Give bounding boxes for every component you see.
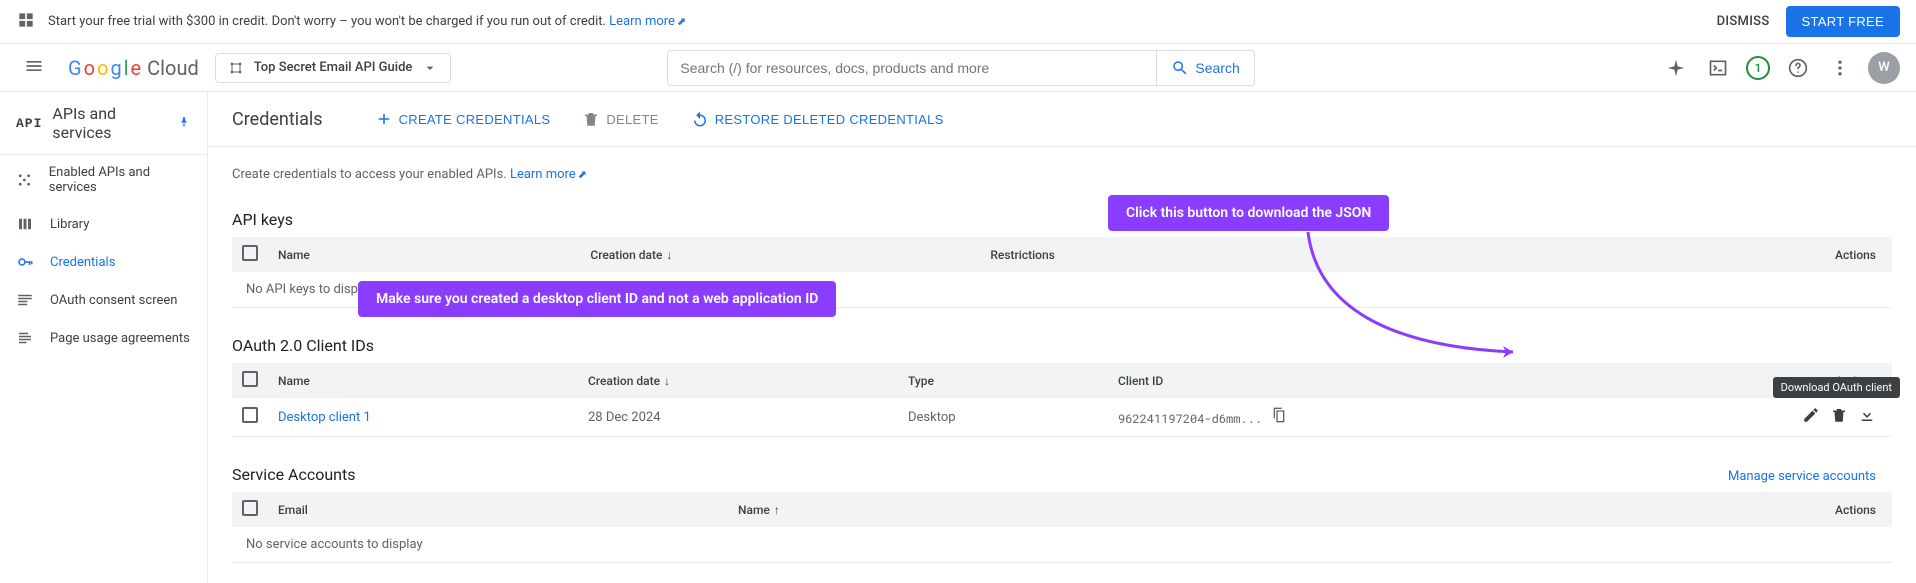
col-name[interactable]: Name [268, 363, 578, 398]
sidebar-item-page-usage[interactable]: Page usage agreements [0, 319, 207, 357]
notification-badge[interactable]: 1 [1746, 56, 1770, 80]
select-all-checkbox[interactable] [242, 245, 258, 261]
select-all-checkbox[interactable] [242, 371, 258, 387]
oauth-table: Name Creation date↓ Type Client ID Actio… [232, 363, 1892, 437]
project-icon [228, 60, 244, 76]
content: Credentials CREATE CREDENTIALS DELETE RE… [208, 92, 1916, 583]
intro-text: Create credentials to access your enable… [232, 167, 1892, 182]
sidebar-item-credentials[interactable]: Credentials [0, 243, 207, 281]
col-name[interactable]: Name↑ [728, 492, 1287, 527]
annotation-desktop-client: Make sure you created a desktop client I… [358, 281, 836, 317]
download-icon[interactable] [1858, 406, 1876, 428]
tooltip-download-oauth: Download OAuth client [1773, 377, 1900, 398]
promo-text: Start your free trial with $300 in credi… [48, 14, 686, 29]
select-all-checkbox[interactable] [242, 500, 258, 516]
service-accounts-table: Email Name↑ Actions No service accounts … [232, 492, 1892, 563]
sidebar-item-oauth-consent[interactable]: OAuth consent screen [0, 281, 207, 319]
section-title-api-keys: API keys [232, 210, 1892, 229]
section-title-service-accounts: Service Accounts [232, 465, 355, 484]
pin-icon[interactable] [177, 114, 191, 133]
promo-bar: Start your free trial with $300 in credi… [0, 0, 1916, 44]
col-restrictions[interactable]: Restrictions [980, 237, 1488, 272]
api-icon: API [16, 116, 42, 131]
sidebar-item-label: OAuth consent screen [50, 293, 177, 308]
sidebar-item-enabled-apis[interactable]: Enabled APIs and services [0, 155, 207, 205]
oauth-client-link[interactable]: Desktop client 1 [278, 410, 371, 425]
sort-down-icon: ↓ [664, 374, 670, 388]
search-button[interactable]: Search [1157, 50, 1254, 86]
copy-icon[interactable] [1271, 407, 1287, 423]
sidebar-item-library[interactable]: Library [0, 205, 207, 243]
restore-button[interactable]: RESTORE DELETED CREDENTIALS [687, 106, 948, 132]
sidebar-item-label: Credentials [50, 255, 115, 270]
help-icon[interactable] [1784, 54, 1812, 82]
col-creation[interactable]: Creation date↓ [578, 363, 898, 398]
col-name[interactable]: Name [268, 237, 580, 272]
client-id-value: 962241197204-d6mm... [1118, 411, 1262, 427]
header: GoogleCloud Top Secret Email API Guide S… [0, 44, 1916, 92]
gemini-icon[interactable] [1662, 54, 1690, 82]
dismiss-button[interactable]: DISMISS [1717, 14, 1770, 29]
delete-row-icon[interactable] [1830, 406, 1848, 428]
promo-learn-more-link[interactable]: Learn more⬈ [609, 14, 686, 29]
col-client-id[interactable]: Client ID [1108, 363, 1772, 398]
sort-up-icon: ↑ [774, 503, 780, 517]
annotation-download-json: Click this button to download the JSON [1108, 195, 1389, 231]
sidebar-section-title: API APIs and services [0, 92, 207, 155]
col-creation[interactable]: Creation date↓ [580, 237, 980, 272]
intro-learn-more-link[interactable]: Learn more⬈ [510, 167, 587, 182]
chevron-down-icon [422, 60, 438, 76]
sidebar-item-label: Page usage agreements [50, 331, 190, 346]
terminal-icon[interactable] [1704, 54, 1732, 82]
project-name: Top Secret Email API Guide [254, 60, 413, 75]
page-title: Credentials [232, 109, 323, 130]
search-icon [1171, 59, 1189, 77]
col-actions: Actions [1489, 237, 1892, 272]
project-picker[interactable]: Top Secret Email API Guide [215, 53, 452, 83]
google-cloud-logo[interactable]: GoogleCloud [68, 56, 199, 80]
content-header: Credentials CREATE CREDENTIALS DELETE RE… [208, 92, 1916, 147]
creation-date: 28 Dec 2024 [578, 398, 898, 437]
start-free-button[interactable]: START FREE [1786, 6, 1900, 37]
more-icon[interactable] [1826, 54, 1854, 82]
col-actions: Actions [1287, 492, 1892, 527]
row-checkbox[interactable] [242, 407, 258, 423]
sidebar-item-label: Library [50, 217, 89, 232]
client-type: Desktop [898, 398, 1108, 437]
sidebar: API APIs and services Enabled APIs and s… [0, 92, 208, 583]
manage-service-accounts-link[interactable]: Manage service accounts [1728, 469, 1892, 484]
edit-icon[interactable] [1802, 406, 1820, 428]
col-email[interactable]: Email [268, 492, 728, 527]
delete-button[interactable]: DELETE [578, 106, 662, 132]
col-type[interactable]: Type [898, 363, 1108, 398]
sort-down-icon: ↓ [666, 248, 672, 262]
create-credentials-button[interactable]: CREATE CREDENTIALS [371, 106, 555, 132]
search-input[interactable] [680, 60, 1144, 76]
table-row: No service accounts to display [232, 527, 1892, 563]
menu-icon[interactable] [16, 48, 52, 88]
section-title-oauth: OAuth 2.0 Client IDs [232, 336, 1892, 355]
gift-icon [16, 10, 36, 34]
sidebar-item-label: Enabled APIs and services [49, 165, 191, 195]
avatar[interactable]: W [1868, 52, 1900, 84]
search-input-wrap[interactable] [667, 50, 1157, 86]
table-row: Desktop client 1 28 Dec 2024 Desktop 962… [232, 398, 1892, 437]
